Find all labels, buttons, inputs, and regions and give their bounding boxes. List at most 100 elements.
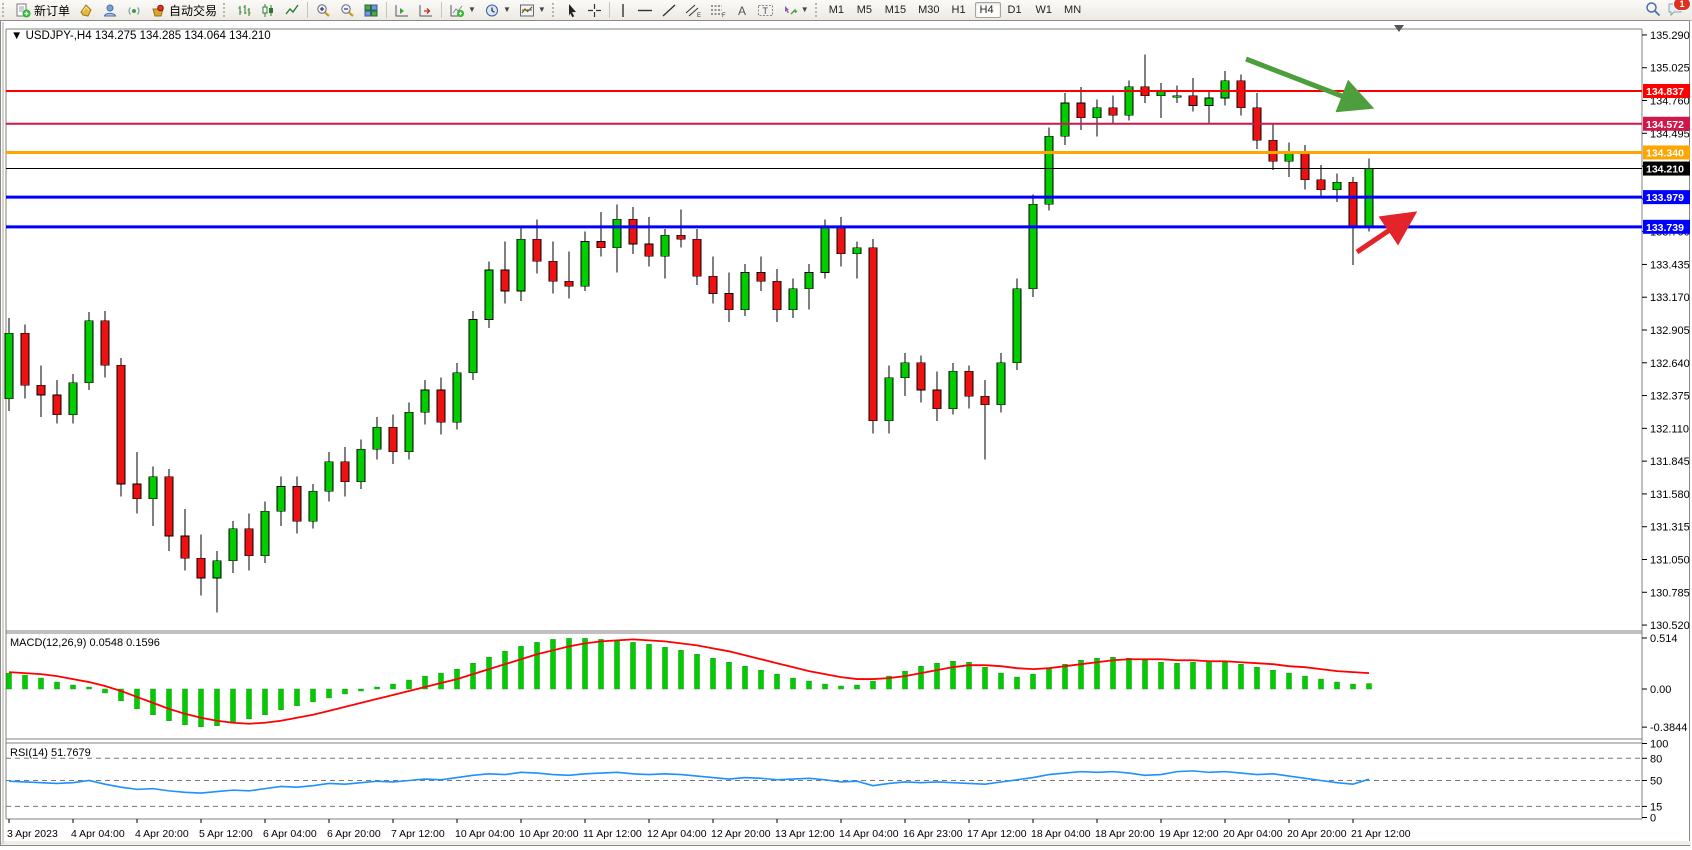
macd-panel: 0.5140.00-0.3844MACD(12,26,9) 0.0548 0.1…: [7, 633, 1688, 734]
candle-body: [1269, 140, 1277, 161]
svg-text:4 Apr 20:00: 4 Apr 20:00: [135, 828, 189, 840]
svg-text:131.845: 131.845: [1650, 456, 1690, 468]
candle-body: [757, 272, 765, 281]
svg-text:14 Apr 04:00: 14 Apr 04:00: [839, 828, 899, 840]
timeframe-button-w1[interactable]: W1: [1031, 2, 1058, 18]
dropdown-caret: ▼: [468, 6, 476, 14]
timeframe-button-h1[interactable]: H1: [947, 2, 973, 18]
timeframe-button-m1[interactable]: M1: [824, 2, 850, 18]
candle-body: [741, 272, 749, 309]
svg-text:131.050: 131.050: [1650, 554, 1690, 566]
candle-body: [885, 378, 893, 421]
candle-body: [1333, 182, 1341, 189]
candle-body: [853, 248, 861, 254]
candlestick-chart-icon: [260, 3, 276, 18]
candle-body: [53, 395, 61, 415]
trendline-tool-button[interactable]: [657, 2, 681, 19]
svg-text:E: E: [697, 13, 701, 18]
candle-body: [821, 227, 829, 273]
date-axis[interactable]: 3 Apr 20234 Apr 04:004 Apr 20:005 Apr 12…: [1, 819, 1691, 845]
autoscroll-button[interactable]: [390, 2, 414, 19]
candle-body: [1221, 81, 1229, 98]
quotes-button[interactable]: [74, 2, 98, 19]
candle-body: [1013, 289, 1021, 363]
candle-body: [1077, 103, 1085, 118]
horizontal-line-tool-button[interactable]: [633, 2, 657, 19]
svg-text:12 Apr 04:00: 12 Apr 04:00: [647, 828, 707, 840]
toolbar-separator: [609, 2, 610, 18]
svg-text:80: 80: [1650, 753, 1662, 765]
horizontal-level-lines[interactable]: 134.837134.572134.340134.210133.979133.7…: [6, 84, 1690, 234]
candle-body: [1061, 103, 1069, 136]
autotrading-label: 自动交易: [169, 2, 217, 19]
candle-body: [613, 219, 621, 247]
cursor-tool-button[interactable]: [561, 2, 583, 19]
candle-body: [693, 239, 701, 276]
candle-body: [789, 289, 797, 310]
timeframe-button-d1[interactable]: D1: [1003, 2, 1029, 18]
svg-text:A: A: [738, 4, 746, 18]
timeframe-button-h4[interactable]: H4: [975, 2, 1001, 18]
toolbar-separator: [441, 2, 442, 18]
chart-canvas[interactable]: 135.290135.025134.760134.495134.230133.9…: [1, 21, 1691, 845]
candlestick-chart-button[interactable]: [256, 2, 280, 19]
candle-body: [37, 385, 45, 395]
search-icon[interactable]: [1645, 1, 1661, 20]
svg-text:10 Apr 04:00: 10 Apr 04:00: [455, 828, 515, 840]
candle-body: [661, 235, 669, 256]
timeframe-button-m30[interactable]: M30: [913, 2, 944, 18]
candle-body: [949, 371, 957, 408]
text-tool-button[interactable]: A: [731, 2, 753, 19]
candle-body: [517, 239, 525, 291]
candle-body: [581, 242, 589, 287]
notifications-button[interactable]: 1: [1667, 1, 1684, 20]
svg-text:18 Apr 04:00: 18 Apr 04:00: [1031, 828, 1091, 840]
arrows-tool-button[interactable]: ▼: [778, 2, 813, 19]
new-order-button[interactable]: 新订单: [11, 2, 74, 19]
svg-text:132.110: 132.110: [1650, 423, 1689, 435]
autotrading-button[interactable]: 自动交易: [146, 2, 221, 19]
svg-text:21 Apr 12:00: 21 Apr 12:00: [1351, 828, 1411, 840]
new-order-icon: [15, 3, 31, 18]
candle-body: [325, 462, 333, 492]
channel-tool-button[interactable]: E: [681, 2, 706, 19]
chart-shift-button[interactable]: [414, 2, 438, 19]
svg-text:50: 50: [1650, 776, 1662, 788]
candle-body: [421, 390, 429, 412]
notification-badge: 1: [1673, 0, 1691, 11]
timeframe-button-m15[interactable]: M15: [880, 2, 911, 18]
svg-text:134.340: 134.340: [1646, 147, 1684, 159]
timeframe-button-mn[interactable]: MN: [1059, 2, 1086, 18]
periods-button[interactable]: ▼: [480, 2, 515, 19]
fibonacci-tool-button[interactable]: F: [706, 2, 731, 19]
vertical-line-tool-button[interactable]: [613, 2, 633, 19]
candle-body: [981, 396, 989, 405]
candle-body: [645, 244, 653, 256]
toolbar-grip: [815, 3, 822, 17]
tile-windows-button[interactable]: [359, 2, 383, 19]
crosshair-tool-button[interactable]: [583, 2, 606, 19]
profile-button[interactable]: [98, 2, 122, 19]
arrow-shapes-icon: [782, 3, 798, 18]
add-indicator-button[interactable]: ▼: [445, 2, 480, 19]
dropdown-caret: ▼: [801, 6, 809, 14]
templates-button[interactable]: ▼: [515, 2, 550, 19]
timeframe-button-m5[interactable]: M5: [852, 2, 878, 18]
svg-text:100: 100: [1650, 739, 1668, 751]
rsi-label: RSI(14) 51.7679: [10, 747, 91, 759]
candle-body: [773, 281, 781, 309]
candle-body: [549, 261, 557, 281]
svg-text:16 Apr 23:00: 16 Apr 23:00: [903, 828, 963, 840]
candle-body: [373, 427, 381, 449]
zoom-in-button[interactable]: [311, 2, 335, 19]
zoom-out-button[interactable]: [335, 2, 359, 19]
green-down-arrow[interactable]: [1246, 59, 1365, 105]
vertical-line-icon: [617, 3, 629, 18]
bar-chart-button[interactable]: [232, 2, 256, 19]
signal-button[interactable]: [122, 2, 146, 19]
candle-body: [1301, 152, 1309, 179]
candle-body: [965, 371, 973, 396]
line-chart-button[interactable]: [280, 2, 304, 19]
text-label-tool-button[interactable]: T: [753, 2, 778, 19]
chart-title: ▼ USDJPY-,H4 134.275 134.285 134.064 134…: [11, 25, 1404, 42]
